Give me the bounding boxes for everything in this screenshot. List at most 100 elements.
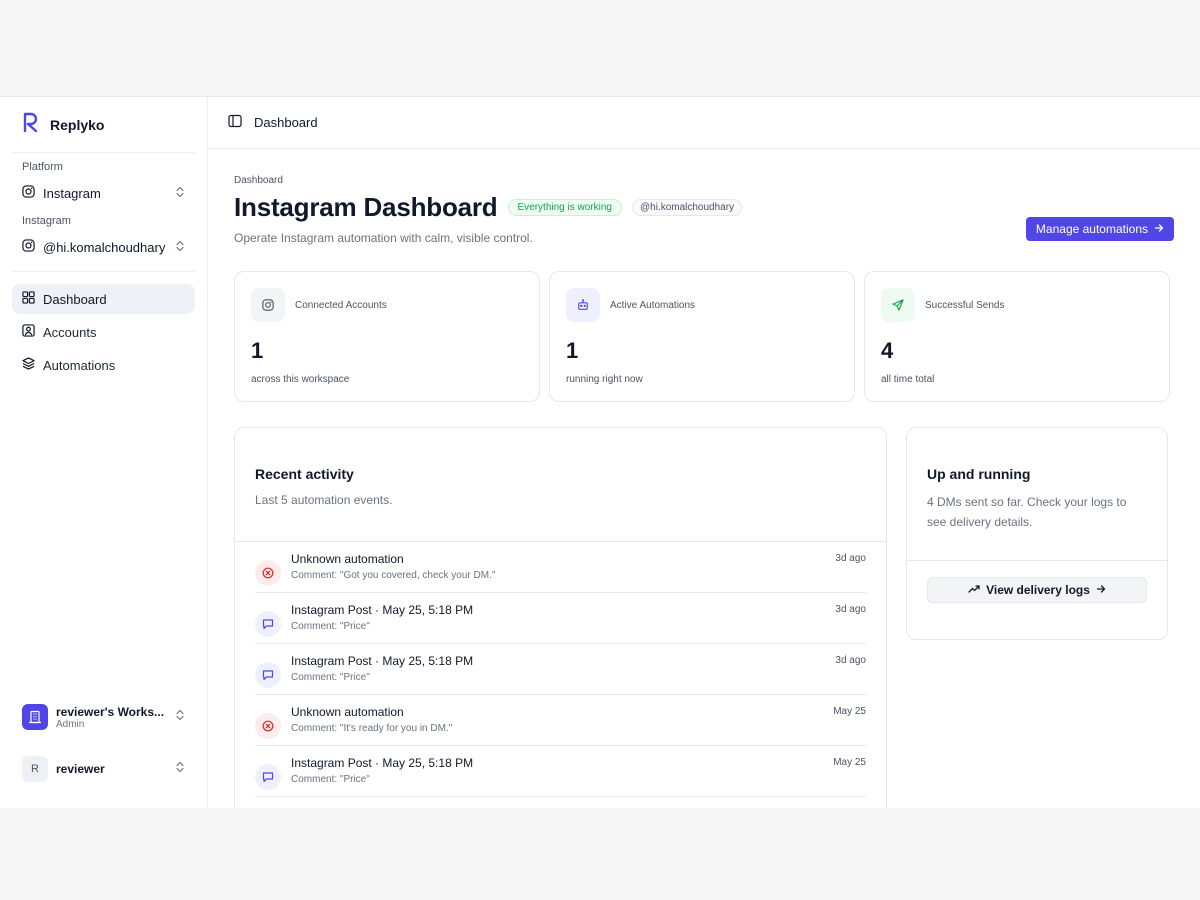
topbar: Dashboard [208,97,1200,149]
list-item[interactable]: Unknown automation Comment: "It's ready … [255,695,866,746]
sidebar-item-automations[interactable]: Automations [12,350,195,380]
sidebar-toggle-icon[interactable] [228,114,242,131]
list-item[interactable]: Unknown automation Comment: "Got you cov… [255,542,866,593]
stat-label: Active Automations [610,299,696,311]
status-text: 4 DMs sent so far. Check your logs to se… [927,495,1127,529]
activity-title: Unknown automation [291,552,404,566]
x-circle-icon [255,713,281,739]
workspace-role: Admin [56,718,85,730]
stat-note: all time total [881,374,935,385]
sidebar: Replyko Platform Instagram Instagram @hi… [0,97,208,808]
arrow-right-icon [1154,222,1164,236]
instagram-icon [22,239,35,255]
chevron-up-down-icon [175,186,185,201]
brand-name: Replyko [50,116,105,133]
stat-value: 1 [251,338,264,363]
stat-value: 4 [881,338,894,363]
account-select[interactable]: @hi.komalchoudhary [12,233,195,261]
bot-icon [566,288,600,322]
arrow-right-icon [1096,583,1106,597]
sidebar-footer: reviewer's Works... Admin R reviewer [12,699,195,787]
status-badge: Everything is working [507,199,622,216]
dashboard-content: Dashboard Instagram Dashboard Everything… [208,149,1200,808]
platform-value: Instagram [43,185,101,201]
topbar-title: Dashboard [254,115,318,130]
manage-automations-button[interactable]: Manage automations [1025,217,1174,241]
platform-select[interactable]: Instagram [12,179,195,207]
activity-title: Instagram Post · May 25, 5:18 PM [291,603,474,617]
grid-icon [22,291,35,307]
sidebar-item-dashboard[interactable]: Dashboard [12,284,195,314]
activity-time: 3d ago [835,655,866,666]
card-title: Up and running [927,466,1031,482]
sidebar-item-label: Dashboard [43,291,107,307]
message-icon [255,662,281,688]
message-icon [255,764,281,790]
account-value: @hi.komalchoudhary [43,239,166,255]
user-menu[interactable]: R reviewer [12,751,195,787]
handle-badge: @hi.komalchoudhary [631,199,743,216]
activity-comment: Comment: "It's ready for you in DM." [291,723,453,734]
view-delivery-logs-button[interactable]: View delivery logs [927,577,1147,603]
sidebar-item-label: Automations [43,357,116,373]
building-icon [22,704,48,730]
user-name: reviewer [56,762,105,776]
x-circle-icon [255,560,281,586]
instagram-icon [251,288,285,322]
view-delivery-logs-label: View delivery logs [986,583,1090,597]
activity-comment: Comment: "Got you covered, check your DM… [291,570,496,581]
activity-title: Instagram Post · May 25, 5:18 PM [291,756,474,770]
recent-activity-card: Recent activity Last 5 automation events… [234,427,887,808]
manage-automations-label: Manage automations [1035,222,1148,236]
stat-card-connected-accounts: Connected Accounts 1 across this workspa… [234,271,540,402]
stat-note: across this workspace [251,374,350,385]
stat-label: Successful Sends [925,299,1005,311]
lower-row: Recent activity Last 5 automation events… [234,427,1174,808]
stat-value: 1 [566,338,579,363]
stats-row: Connected Accounts 1 across this workspa… [234,271,1174,402]
stat-note: running right now [566,374,643,385]
replyko-logo-icon [22,111,40,138]
stat-card-active-automations: Active Automations 1 running right now [549,271,855,402]
user-square-icon [22,324,35,340]
stat-card-successful-sends: Successful Sends 4 all time total [864,271,1170,402]
message-icon [255,611,281,637]
card-title: Recent activity [255,466,354,482]
activity-time: 3d ago [835,604,866,615]
sidebar-item-label: Accounts [43,324,97,340]
activity-comment: Comment: "Price" [291,621,370,632]
status-card: Up and running 4 DMs sent so far. Check … [906,427,1168,640]
workspace-switcher[interactable]: reviewer's Works... Admin [12,699,195,735]
sidebar-item-accounts[interactable]: Accounts [12,317,195,347]
activity-list: Unknown automation Comment: "Got you cov… [235,542,886,797]
chevron-up-down-icon [175,760,185,778]
breadcrumb: Dashboard [234,175,283,186]
activity-title: Unknown automation [291,705,404,719]
instagram-icon [22,185,35,201]
list-item[interactable]: Instagram Post · May 25, 5:18 PM Comment… [255,593,866,644]
list-item[interactable]: Instagram Post · May 25, 5:18 PM Comment… [255,746,866,797]
chevron-up-down-icon [175,708,185,726]
account-label: Instagram [22,215,71,227]
brand[interactable]: Replyko [12,97,195,153]
activity-title: Instagram Post · May 25, 5:18 PM [291,654,474,668]
activity-comment: Comment: "Price" [291,672,370,683]
chevron-up-down-icon [175,240,185,255]
list-item[interactable]: Instagram Post · May 25, 5:18 PM Comment… [255,644,866,695]
trending-up-icon [968,583,980,597]
avatar: R [22,756,48,782]
activity-time: May 25 [833,706,866,717]
activity-time: 3d ago [835,553,866,564]
sidebar-nav: Dashboard Accounts Automations [12,284,195,380]
card-subtitle: Last 5 automation events. [255,493,393,507]
app-window: Replyko Platform Instagram Instagram @hi… [0,96,1200,808]
send-icon [881,288,915,322]
layers-icon [22,357,35,373]
sidebar-divider [12,271,195,272]
main-content: Dashboard Dashboard Instagram Dashboard … [208,97,1200,808]
platform-label: Platform [22,161,63,173]
workspace-name: reviewer's Works... [56,704,165,719]
activity-time: May 25 [833,757,866,768]
page-title: Instagram Dashboard [234,192,498,222]
activity-comment: Comment: "Price" [291,774,370,785]
